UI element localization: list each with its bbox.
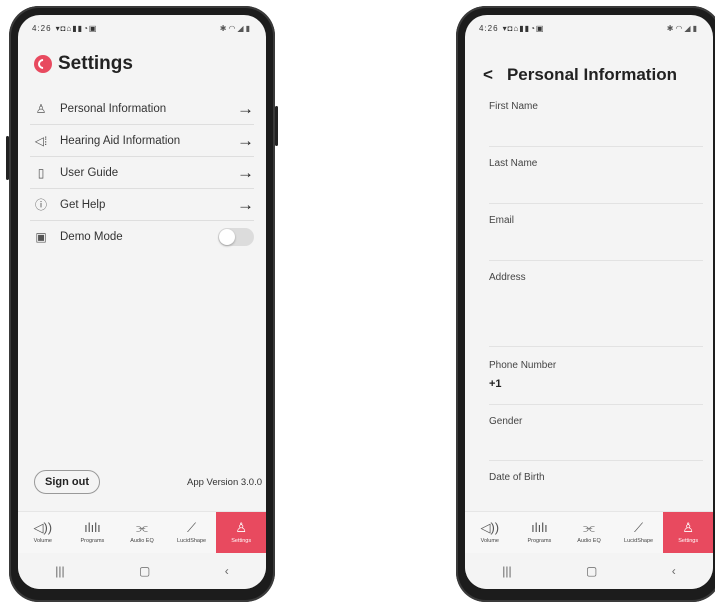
toggle-knob — [219, 229, 235, 245]
tab-label: Audio EQ — [130, 538, 154, 544]
menu-item-demo-mode: ▣ Demo Mode — [30, 221, 254, 253]
tab-audio-eq[interactable]: ⫘ Audio EQ — [117, 512, 167, 553]
person-icon: ♙ — [235, 520, 247, 535]
arrow-right-icon: → — [237, 194, 254, 214]
status-bar: 4:26 ▾◘⌂▮▮◔▣ ✱◠◢▮ — [18, 15, 266, 41]
arrow-right-icon: → — [237, 162, 254, 182]
tab-label: LucidShape — [177, 538, 207, 544]
field-label: Last Name — [489, 158, 538, 169]
tab-label: Settings — [678, 538, 699, 544]
menu-item-label: Demo Mode — [60, 231, 123, 243]
programs-icon: ılılı — [531, 520, 548, 535]
volume-icon: ◁)) — [33, 520, 53, 535]
settings-menu: ♙ Personal Information → ◁⁞ Hearing Aid … — [30, 93, 254, 253]
home-icon[interactable]: ▢ — [139, 564, 150, 578]
recent-apps-icon[interactable]: ||| — [502, 564, 511, 578]
menu-item-label: Get Help — [60, 198, 106, 211]
signal-battery-icons: ✱◠◢▮ — [219, 23, 252, 33]
date-of-birth-field[interactable]: Date of Birth — [489, 472, 703, 508]
tab-settings[interactable]: ♙ Settings — [663, 512, 713, 553]
phone-personal-information: 4:26 ▾◘⌂▮▮◔▣ ✱◠◢▮ < Personal Information… — [456, 6, 715, 602]
back-arrow-icon[interactable]: < — [483, 65, 493, 85]
settings-screen: 4:26 ▾◘⌂▮▮◔▣ ✱◠◢▮ Settings ♙ Personal In… — [18, 15, 266, 589]
tab-label: Volume — [480, 538, 499, 544]
notification-icons: ▾◘⌂▮▮◔▣ — [55, 23, 98, 33]
tab-programs[interactable]: ılılı Programs — [515, 512, 565, 553]
chart-icon: ⟋ — [187, 520, 197, 535]
tab-programs[interactable]: ılılı Programs — [68, 512, 118, 553]
notification-icons: ▾◘⌂▮▮◔▣ — [502, 23, 545, 33]
menu-item-label: Personal Information — [60, 102, 167, 115]
person-icon: ♙ — [682, 520, 694, 535]
tab-label: LucidShape — [624, 538, 654, 544]
equalizer-icon: ⫘ — [583, 520, 595, 535]
app-version: App Version 3.0.0 — [187, 477, 262, 488]
back-icon[interactable]: ‹ — [225, 564, 229, 578]
tab-settings[interactable]: ♙ Settings — [216, 512, 266, 553]
menu-item-label: Hearing Aid Information — [60, 134, 181, 147]
menu-item-user-guide[interactable]: ▯ User Guide → — [30, 157, 254, 189]
system-nav-bar: ||| ▢ ‹ — [18, 553, 266, 589]
power-side-button — [275, 106, 278, 146]
personal-information-screen: 4:26 ▾◘⌂▮▮◔▣ ✱◠◢▮ < Personal Information… — [465, 15, 713, 589]
status-time: 4:26 — [32, 23, 52, 33]
tab-lucidshape[interactable]: ⟋ LucidShape — [167, 512, 217, 553]
field-label: First Name — [489, 101, 538, 112]
demo-mode-toggle[interactable] — [218, 228, 254, 246]
status-time: 4:26 — [479, 23, 499, 33]
email-field[interactable]: Email — [489, 215, 703, 261]
page-title: Settings — [58, 53, 133, 74]
address-field[interactable]: Address — [489, 272, 703, 347]
first-name-field[interactable]: First Name — [489, 101, 703, 147]
recent-apps-icon[interactable]: ||| — [55, 564, 64, 578]
field-value: +1 — [489, 378, 502, 390]
settings-header: Settings — [34, 53, 133, 75]
help-icon: ⓘ — [34, 198, 47, 212]
book-icon: ▯ — [37, 165, 45, 180]
phone-settings: 4:26 ▾◘⌂▮▮◔▣ ✱◠◢▮ Settings ♙ Personal In… — [6, 6, 278, 602]
volume-side-button — [6, 136, 9, 180]
system-nav-bar: ||| ▢ ‹ — [465, 553, 713, 589]
sign-out-button[interactable]: Sign out — [34, 470, 100, 494]
signal-battery-icons: ✱◠◢▮ — [666, 23, 699, 33]
tab-volume[interactable]: ◁)) Volume — [18, 512, 68, 553]
tab-label: Volume — [33, 538, 52, 544]
chart-icon: ⟋ — [634, 520, 644, 535]
bottom-tab-bar: ◁)) Volume ılılı Programs ⫘ Audio EQ ⟋ Lucid… — [465, 511, 713, 553]
field-label: Phone Number — [489, 360, 557, 371]
menu-item-label: User Guide — [60, 166, 119, 179]
last-name-field[interactable]: Last Name — [489, 158, 703, 204]
field-label: Address — [489, 272, 526, 283]
personal-info-header: < Personal Information — [483, 65, 677, 85]
equalizer-icon: ⫘ — [136, 520, 148, 535]
tab-volume[interactable]: ◁)) Volume — [465, 512, 515, 553]
tab-label: Programs — [527, 538, 552, 544]
phone-number-field[interactable]: Phone Number +1 — [489, 360, 703, 405]
arrow-right-icon: → — [237, 130, 254, 150]
field-label: Email — [489, 215, 515, 226]
arrow-right-icon: → — [237, 98, 254, 118]
status-bar: 4:26 ▾◘⌂▮▮◔▣ ✱◠◢▮ — [465, 15, 713, 41]
menu-item-get-help[interactable]: ⓘ Get Help → — [30, 189, 254, 221]
field-label: Date of Birth — [489, 472, 545, 483]
tab-label: Settings — [231, 538, 252, 544]
page-title: Personal Information — [506, 65, 677, 84]
back-icon[interactable]: ‹ — [672, 564, 676, 578]
tab-label: Audio EQ — [577, 538, 601, 544]
programs-icon: ılılı — [84, 520, 101, 535]
hearing-aid-icon: ◁⁞ — [34, 133, 48, 148]
tab-audio-eq[interactable]: ⫘ Audio EQ — [564, 512, 614, 553]
gender-field[interactable]: Gender — [489, 416, 703, 461]
volume-icon: ◁)) — [480, 520, 500, 535]
app-logo-icon — [34, 55, 52, 73]
tab-lucidshape[interactable]: ⟋ LucidShape — [614, 512, 664, 553]
demo-icon: ▣ — [35, 230, 47, 244]
bottom-tab-bar: ◁)) Volume ılılı Programs ⫘ Audio EQ ⟋ Lucid… — [18, 511, 266, 553]
menu-item-hearing-aid-information[interactable]: ◁⁞ Hearing Aid Information → — [30, 125, 254, 157]
field-label: Gender — [489, 416, 523, 427]
person-icon: ♙ — [35, 101, 47, 116]
tab-label: Programs — [80, 538, 105, 544]
menu-item-personal-information[interactable]: ♙ Personal Information → — [30, 93, 254, 125]
home-icon[interactable]: ▢ — [586, 564, 597, 578]
